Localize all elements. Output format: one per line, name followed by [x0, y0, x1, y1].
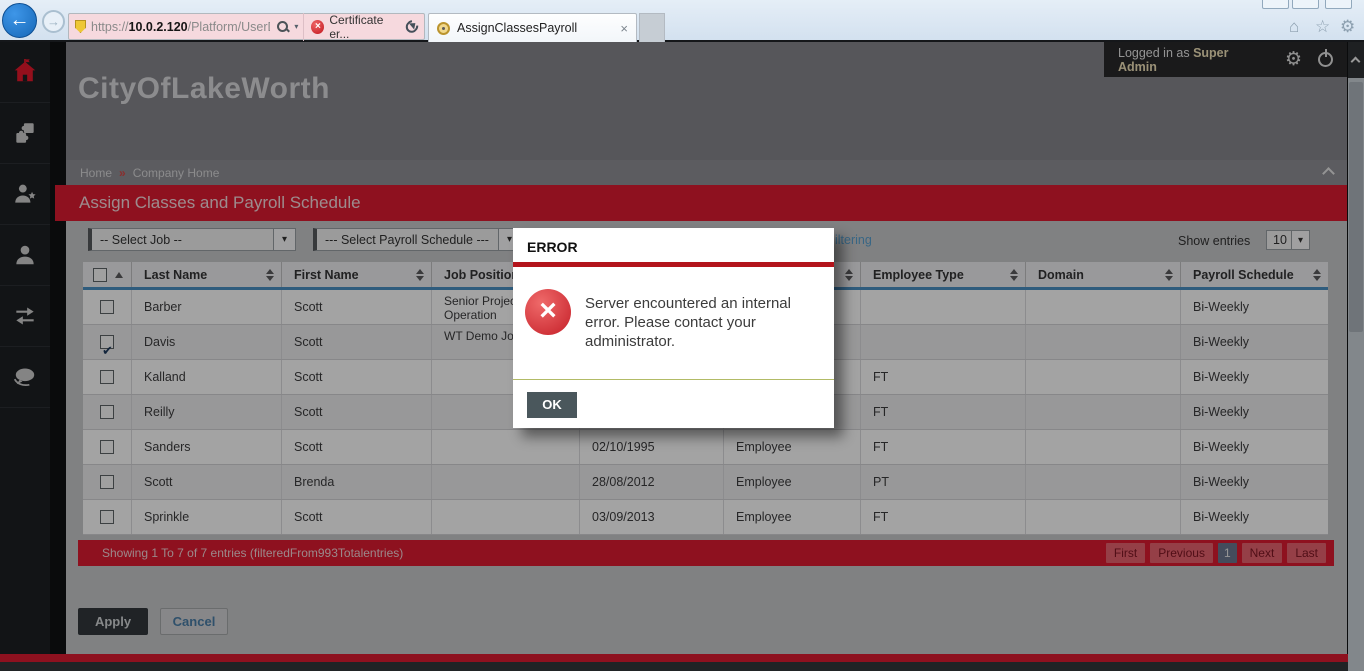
error-dialog-divider: [513, 379, 834, 380]
refresh-icon[interactable]: [406, 20, 418, 33]
forward-button[interactable]: →: [42, 10, 65, 33]
tab-title: AssignClassesPayroll: [457, 21, 613, 35]
address-dropdown-icon[interactable]: ▾: [294, 22, 298, 31]
error-dialog: ERROR × Server encountered an internal e…: [513, 228, 834, 428]
ok-button[interactable]: OK: [527, 392, 577, 418]
certificate-error-icon: ×: [311, 20, 324, 34]
error-dialog-title: ERROR: [527, 239, 578, 255]
error-x-icon: ×: [525, 289, 571, 335]
new-tab-area[interactable]: [639, 13, 665, 42]
back-button[interactable]: ←: [2, 3, 37, 38]
screen: ← → https://10.0.2.120/Platform/UserDe ▾…: [0, 0, 1364, 671]
certificate-error-label: Certificate er...: [329, 13, 401, 41]
maximize-button[interactable]: [1292, 0, 1319, 9]
close-window-button[interactable]: [1325, 0, 1352, 9]
browser-chrome: ← → https://10.0.2.120/Platform/UserDe ▾…: [0, 0, 1364, 42]
error-message: Server encountered an internal error. Pl…: [585, 294, 803, 351]
favorites-star-icon[interactable]: ☆: [1315, 17, 1330, 37]
address-bar[interactable]: https://10.0.2.120/Platform/UserDe ▾ × C…: [68, 13, 425, 40]
error-dialog-accent-bar: [513, 262, 834, 267]
tab-favicon-icon: [437, 22, 450, 35]
security-shield-icon: [75, 20, 86, 33]
browser-settings-gear-icon[interactable]: ⚙: [1340, 17, 1355, 37]
search-icon[interactable]: [277, 21, 289, 33]
url-text: https://10.0.2.120/Platform/UserDe: [91, 20, 270, 34]
certificate-warning[interactable]: × Certificate er...: [303, 13, 418, 41]
tab-close-icon[interactable]: ×: [620, 21, 628, 36]
browser-tab[interactable]: AssignClassesPayroll ×: [428, 13, 637, 42]
minimize-button[interactable]: [1262, 0, 1289, 9]
home-icon[interactable]: ⌂: [1289, 17, 1299, 37]
